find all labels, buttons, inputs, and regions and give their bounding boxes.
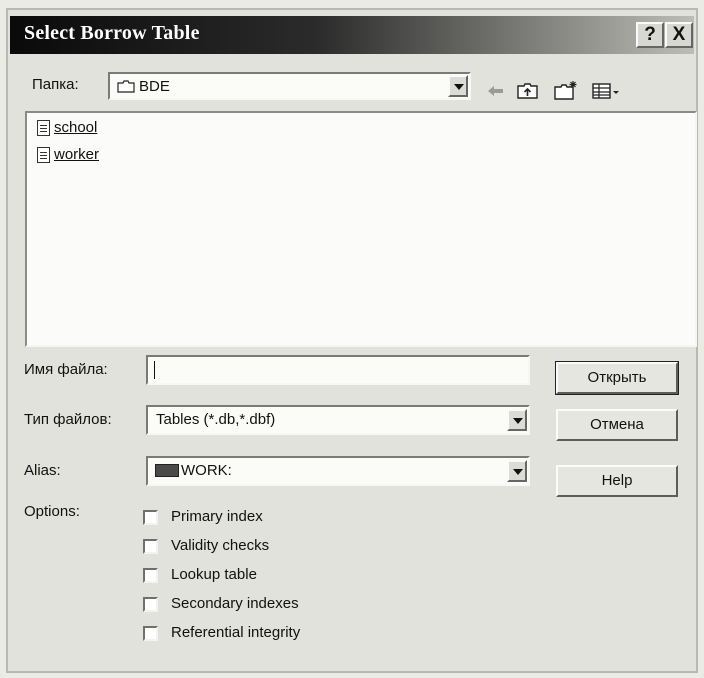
checkbox-label: Secondary indexes xyxy=(171,595,299,612)
folder-value: BDE xyxy=(139,78,170,95)
table-file-icon xyxy=(37,120,50,136)
alias-dropdown-arrow-icon[interactable] xyxy=(507,460,527,482)
alias-value: WORK: xyxy=(181,462,232,479)
filetype-value: Tables (*.db,*.dbf) xyxy=(156,411,276,428)
filetype-label: Тип файлов: xyxy=(24,411,112,428)
checkbox[interactable] xyxy=(143,568,158,583)
checkbox-label: Lookup table xyxy=(171,566,257,583)
alias-database-icon xyxy=(155,464,179,477)
folder-combo[interactable]: BDE xyxy=(108,72,471,100)
checkbox-label: Referential integrity xyxy=(171,624,301,641)
window-title: Select Borrow Table xyxy=(24,22,200,44)
checkbox[interactable] xyxy=(143,597,158,612)
filename-input[interactable] xyxy=(146,355,530,385)
checkbox[interactable] xyxy=(143,539,158,554)
cancel-button[interactable]: Отмена xyxy=(556,409,678,441)
back-arrow-icon[interactable] xyxy=(485,80,507,102)
filetype-combo[interactable]: Tables (*.db,*.dbf) xyxy=(146,405,530,435)
close-title-button[interactable]: X xyxy=(665,22,693,48)
checkbox-label: Primary index xyxy=(171,508,263,525)
folder-label: Папка: xyxy=(32,76,79,93)
folder-icon xyxy=(117,80,135,93)
open-button[interactable]: Открыть xyxy=(555,361,679,395)
options-label: Options: xyxy=(24,503,80,520)
filetype-dropdown-arrow-icon[interactable] xyxy=(507,409,527,431)
checkbox-label: Validity checks xyxy=(171,537,270,554)
new-folder-icon[interactable] xyxy=(553,80,579,102)
title-bar[interactable]: Select Borrow Table ? X xyxy=(10,16,694,54)
alias-label: Alias: xyxy=(24,462,61,479)
alias-combo[interactable]: WORK: xyxy=(146,456,530,486)
checkbox[interactable] xyxy=(143,510,158,525)
table-file-icon xyxy=(37,147,50,163)
help-title-button[interactable]: ? xyxy=(636,22,664,48)
file-name: worker xyxy=(54,146,100,163)
folder-dropdown-arrow-icon[interactable] xyxy=(448,75,468,97)
file-list[interactable]: school worker xyxy=(25,111,697,347)
file-name: school xyxy=(54,119,98,136)
view-menu-icon[interactable] xyxy=(591,80,623,102)
text-cursor xyxy=(154,361,155,379)
checkbox[interactable] xyxy=(143,626,158,641)
up-folder-icon[interactable] xyxy=(516,80,540,102)
help-button[interactable]: Help xyxy=(556,465,678,497)
filename-label: Имя файла: xyxy=(24,361,108,378)
